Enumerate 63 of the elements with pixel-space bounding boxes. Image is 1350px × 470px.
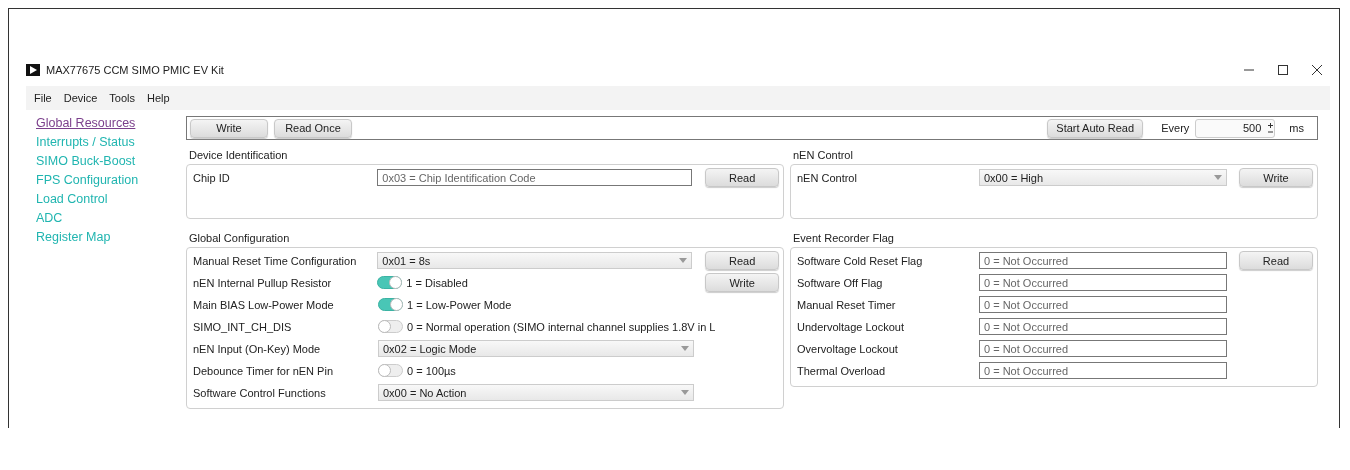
section-title: Event Recorder Flag <box>792 231 895 246</box>
interval-label: Every <box>1161 122 1190 134</box>
action-button[interactable]: Write <box>1239 168 1313 187</box>
toggle-label: 0 = 100µs <box>407 364 456 377</box>
toggle-switch[interactable] <box>377 276 403 289</box>
caret-icon <box>681 346 689 351</box>
toggle-label: 1 = Low-Power Mode <box>407 298 512 311</box>
dropdown[interactable]: 0x02 = Logic Mode <box>378 340 694 357</box>
value-field[interactable]: 0 = Not Occurred <box>979 252 1227 269</box>
toggle-switch[interactable] <box>378 298 403 311</box>
stepper-icon[interactable] <box>1267 121 1275 135</box>
value-field[interactable]: 0 = Not Occurred <box>979 340 1227 357</box>
toggle-switch[interactable] <box>378 364 403 377</box>
app-logo-icon <box>26 64 40 76</box>
field-label: Undervoltage Lockout <box>796 320 905 333</box>
dropdown[interactable]: 0x00 = No Action <box>378 384 694 401</box>
value-field[interactable]: 0 = Not Occurred <box>979 274 1227 291</box>
maximize-icon[interactable] <box>1278 65 1288 75</box>
unit-label: ms <box>1289 122 1304 134</box>
field-label: Main BIAS Low-Power Mode <box>192 298 335 311</box>
window-title: MAX77675 CCM SIMO PMIC EV Kit <box>46 64 225 76</box>
value-field[interactable]: 0x03 = Chip Identification Code <box>377 169 693 186</box>
field-label: nEN Input (On-Key) Mode <box>192 342 322 355</box>
caret-icon <box>679 258 688 263</box>
action-button[interactable]: Write <box>705 273 779 292</box>
auto-read-button[interactable]: Start Auto Read <box>1047 118 1144 138</box>
caret-icon <box>1214 175 1222 180</box>
field-label: Debounce Timer for nEN Pin <box>192 364 334 377</box>
toggle-label: 1 = Disabled <box>406 276 468 289</box>
dropdown[interactable]: 0x00 = High <box>979 169 1227 186</box>
field-label: Overvoltage Lockout <box>796 342 899 355</box>
action-button[interactable]: Read <box>705 168 779 187</box>
caret-icon <box>681 390 689 395</box>
field-label: SIMO_INT_CH_DIS <box>192 320 293 333</box>
field-label: nEN Internal Pullup Resistor <box>192 276 333 289</box>
field-label: Manual Reset Time Configuration <box>192 254 358 267</box>
menu-item[interactable]: Device <box>63 92 98 104</box>
section-title: nEN Control <box>792 148 854 163</box>
menu-item[interactable]: Tools <box>109 92 136 104</box>
value-field[interactable]: 0 = Not Occurred <box>979 296 1227 313</box>
section-title: Device Identification <box>188 148 289 163</box>
field-label: Software Off Flag <box>796 276 884 289</box>
toolbar-button[interactable]: Read Once <box>274 118 352 138</box>
field-label: Thermal Overload <box>796 364 887 377</box>
menu-item[interactable]: Help <box>147 92 170 104</box>
nav-link[interactable]: Global Resources <box>36 116 186 130</box>
field-label: Software Cold Reset Flag <box>796 254 924 267</box>
field-label: Software Control Functions <box>192 386 327 399</box>
dropdown[interactable]: 0x01 = 8s <box>377 252 693 269</box>
action-button[interactable]: Read <box>705 251 779 270</box>
close-icon[interactable] <box>1312 65 1322 75</box>
toolbar-button[interactable]: Write <box>190 118 268 138</box>
toggle-label: 0 = Normal operation (SIMO internal channel supplies 1.8V in L <box>407 320 716 333</box>
value-field[interactable]: 0 = Not Occurred <box>979 318 1227 335</box>
section-title: Global Configuration <box>188 231 291 246</box>
value-field[interactable]: 0 = Not Occurred <box>979 362 1227 379</box>
field-label: Manual Reset Timer <box>796 298 897 311</box>
interval-spinner[interactable]: 500 <box>1195 118 1276 138</box>
menu-item[interactable]: File <box>34 92 52 104</box>
action-button[interactable]: Read <box>1239 251 1313 270</box>
field-label: Chip ID <box>192 171 231 184</box>
field-label: nEN Control <box>796 171 858 184</box>
toggle-switch[interactable] <box>378 320 403 333</box>
